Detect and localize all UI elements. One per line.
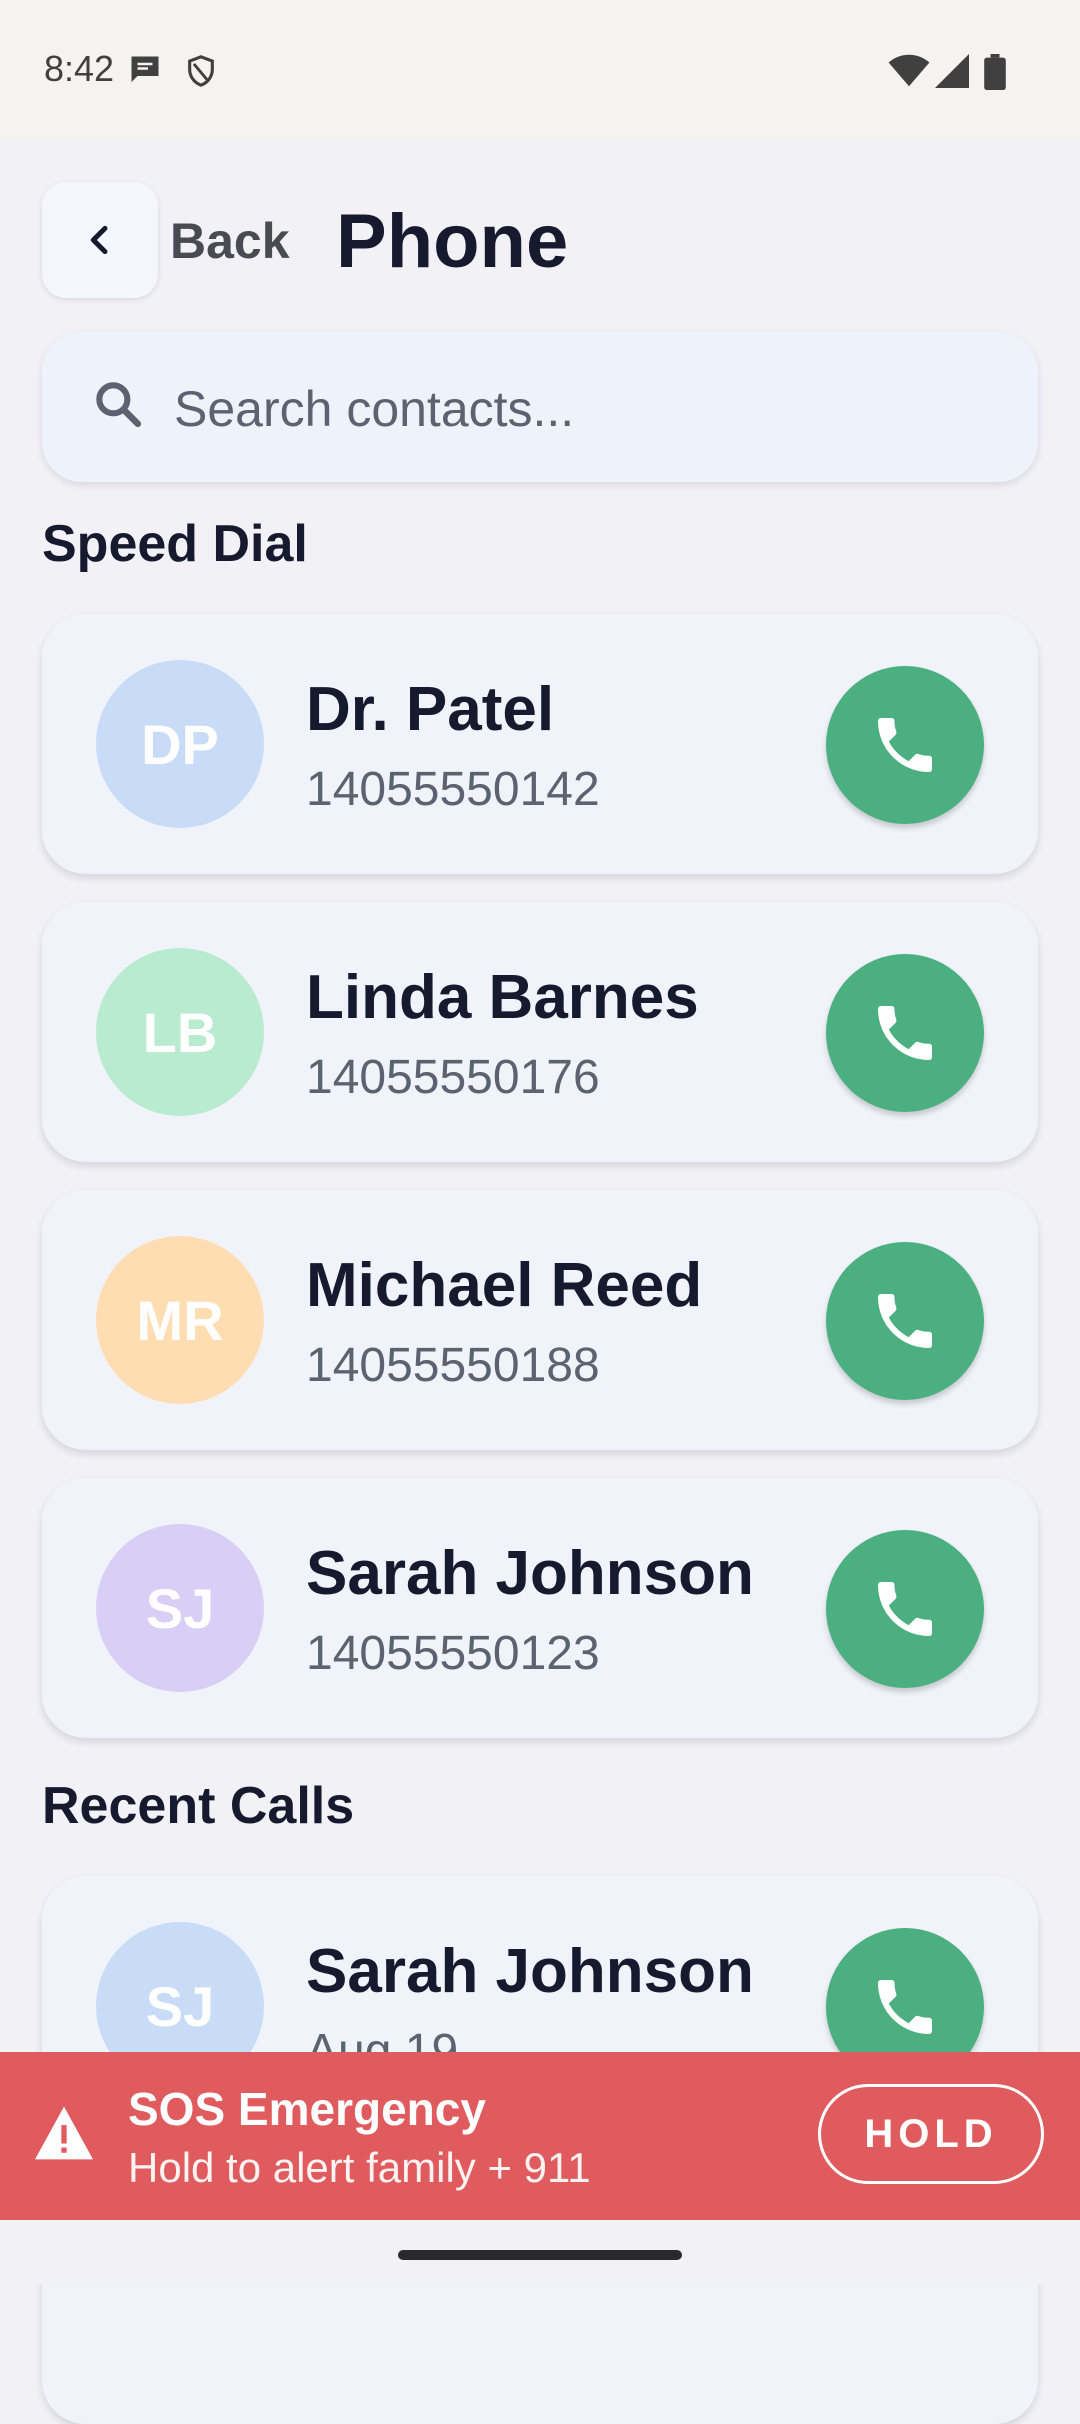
- call-button[interactable]: [826, 1242, 984, 1400]
- contact-name: Linda Barnes: [306, 963, 699, 1032]
- contact-name: Michael Reed: [306, 1251, 703, 1320]
- warning-icon: [32, 2104, 96, 2167]
- phone-icon: [878, 1294, 932, 1348]
- sos-title: SOS Emergency: [128, 2083, 486, 2135]
- status-bar: 8:42: [0, 0, 1080, 140]
- speed-dial-card[interactable]: SJ Sarah Johnson 14055550123: [42, 1478, 1038, 1738]
- page-title: Phone: [336, 199, 569, 284]
- search-icon: [90, 376, 146, 437]
- battery-icon: [984, 54, 1006, 95]
- speed-dial-card[interactable]: DP Dr. Patel 14055550142: [42, 614, 1038, 874]
- contact-number: 14055550123: [306, 1627, 600, 1680]
- contact-name: Sarah Johnson: [306, 1937, 754, 2006]
- contact-name: Sarah Johnson: [306, 1539, 754, 1608]
- avatar: MR: [96, 1236, 264, 1404]
- contact-name: Dr. Patel: [306, 675, 555, 744]
- sos-subtitle: Hold to alert family + 911: [128, 2144, 591, 2191]
- status-time: 8:42: [44, 48, 115, 89]
- phone-icon: [878, 1006, 932, 1060]
- contact-number: 14055550142: [306, 763, 600, 816]
- back-label[interactable]: Back: [170, 212, 290, 270]
- hold-button[interactable]: HOLD: [818, 2084, 1044, 2184]
- search-input[interactable]: [172, 368, 996, 450]
- wifi-icon: [888, 54, 930, 93]
- recent-calls-title: Recent Calls: [42, 1777, 355, 1835]
- header: Back Phone: [42, 182, 1042, 298]
- contact-number: 14055550188: [306, 1339, 600, 1392]
- call-button[interactable]: [826, 1530, 984, 1688]
- back-button[interactable]: [42, 182, 158, 298]
- signal-icon: [934, 54, 970, 93]
- search-bar[interactable]: [42, 332, 1038, 482]
- speed-dial-card[interactable]: MR Michael Reed 14055550188: [42, 1190, 1038, 1450]
- phone-icon: [878, 1582, 932, 1636]
- sos-bar[interactable]: SOS Emergency Hold to alert family + 911…: [0, 2052, 1080, 2220]
- call-button[interactable]: [826, 954, 984, 1112]
- home-gesture-handle[interactable]: [398, 2250, 682, 2260]
- phone-icon: [878, 718, 932, 772]
- avatar: LB: [96, 948, 264, 1116]
- speed-dial-title: Speed Dial: [42, 515, 308, 573]
- call-button[interactable]: [826, 666, 984, 824]
- shield-icon: [184, 52, 218, 95]
- avatar: SJ: [96, 1524, 264, 1692]
- message-icon: [126, 52, 164, 93]
- phone-icon: [878, 1980, 932, 2034]
- contact-number: 14055550176: [306, 1051, 600, 1104]
- speed-dial-card[interactable]: LB Linda Barnes 14055550176: [42, 902, 1038, 1162]
- chevron-left-icon: [90, 225, 108, 255]
- avatar: DP: [96, 660, 264, 828]
